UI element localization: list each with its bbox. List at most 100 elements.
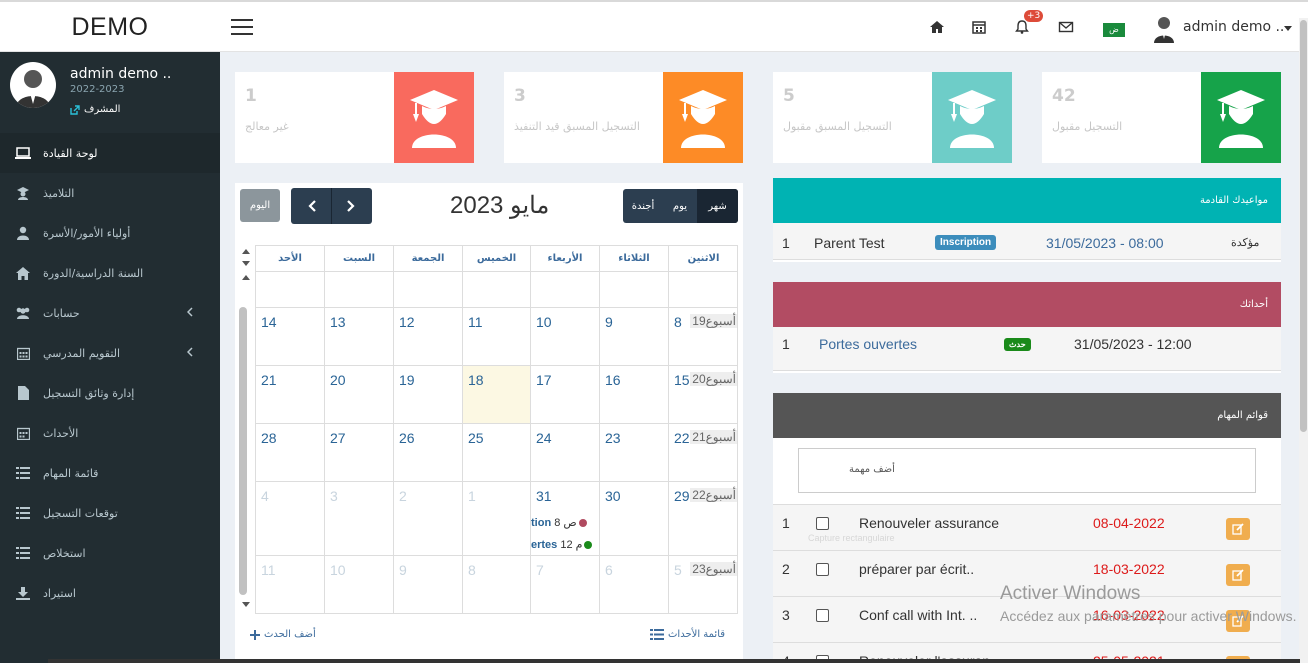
calendar-day-cell[interactable]: 27	[325, 424, 394, 482]
calendar-day-cell[interactable]: 6	[600, 556, 669, 613]
day-number[interactable]: 13	[330, 314, 346, 330]
brand-logo[interactable]: DEMO	[0, 2, 220, 52]
calendar-day-cell[interactable]: 26	[394, 424, 463, 482]
day-number[interactable]: 26	[399, 430, 415, 446]
day-number[interactable]: 17	[536, 372, 552, 388]
week-number-label[interactable]: أسبوع23	[690, 562, 737, 576]
calendar-scrollbar[interactable]	[239, 245, 253, 614]
calendar-day-cell[interactable]: 13	[325, 308, 394, 366]
day-number[interactable]: 3	[330, 488, 338, 504]
week-number-label[interactable]: أسبوع22	[690, 488, 737, 502]
language-flag-icon[interactable]: ض	[1103, 23, 1125, 37]
sidebar-item-parents[interactable]: أولياء الأمور/الأسرة	[0, 213, 220, 253]
calendar-day-cell[interactable]: 10	[325, 556, 394, 613]
edit-task-button[interactable]	[1226, 518, 1250, 540]
sidebar-item-collection[interactable]: استخلاص	[0, 533, 220, 573]
home-icon[interactable]	[929, 19, 945, 35]
stat-box-unprocessed[interactable]: 1 غير معالج	[235, 72, 474, 163]
day-number[interactable]: 20	[330, 372, 346, 388]
calendar-day-cell[interactable]: 16	[600, 366, 669, 424]
week-number-label[interactable]: أسبوع19	[690, 314, 737, 328]
sidebar-item-import[interactable]: استيراد	[0, 573, 220, 613]
day-number[interactable]: 14	[261, 314, 277, 330]
day-number[interactable]: 25	[468, 430, 484, 446]
calendar-day-cell[interactable]	[669, 272, 737, 308]
day-number[interactable]: 10	[536, 314, 552, 330]
day-number[interactable]: 27	[330, 430, 346, 446]
week-number-label[interactable]: أسبوع21	[690, 430, 737, 444]
sidebar-item-accounts[interactable]: حسابات	[0, 293, 220, 333]
chevron-right-icon[interactable]	[346, 199, 356, 213]
scroll-down-icon[interactable]	[242, 261, 250, 266]
chevron-left-icon[interactable]	[187, 307, 193, 317]
day-number[interactable]: 8	[468, 562, 476, 578]
sidebar-item-registration-docs[interactable]: إدارة وثائق التسجيل	[0, 373, 220, 413]
envelope-icon[interactable]	[1058, 19, 1074, 35]
day-number[interactable]: 28	[261, 430, 277, 446]
day-number[interactable]: 7	[536, 562, 544, 578]
day-number[interactable]: 23	[605, 430, 621, 446]
day-number[interactable]: 18	[468, 372, 484, 388]
calendar-day-cell[interactable]: 25	[463, 424, 531, 482]
add-task-input[interactable]: أضف مهمة	[798, 448, 1256, 493]
calendar-day-cell[interactable]	[463, 272, 531, 308]
day-number[interactable]: 31	[536, 488, 552, 504]
view-agenda-button[interactable]: أجندة	[623, 189, 663, 223]
day-number[interactable]: 6	[605, 562, 613, 578]
day-number[interactable]: 30	[605, 488, 621, 504]
calendar-day-cell[interactable]: 22 أسبوع21	[669, 424, 737, 482]
appointment-row[interactable]: 1 Parent Test Inscription 31/05/2023 - 0…	[773, 223, 1281, 260]
calendar-day-cell[interactable]	[394, 272, 463, 308]
day-number[interactable]: 12	[399, 314, 415, 330]
user-menu-name[interactable]: admin demo ..	[1183, 19, 1284, 35]
sidebar-item-school-calendar[interactable]: التقويم المدرسي	[0, 333, 220, 373]
calendar-day-cell[interactable]: 14	[256, 308, 325, 366]
day-number[interactable]: 29	[674, 488, 690, 504]
calendar-day-cell[interactable]: 2	[394, 482, 463, 556]
calendar-day-cell[interactable]: 23	[600, 424, 669, 482]
day-number[interactable]: 19	[399, 372, 415, 388]
week-number-label[interactable]: أسبوع20	[690, 372, 737, 386]
calendar-day-cell[interactable]: 4	[256, 482, 325, 556]
scroll-up-icon[interactable]	[242, 249, 250, 254]
task-checkbox[interactable]	[816, 563, 829, 576]
task-checkbox[interactable]	[816, 517, 829, 530]
calendar-day-cell[interactable]: 1	[463, 482, 531, 556]
calendar-day-cell[interactable]: 30	[600, 482, 669, 556]
user-avatar-icon[interactable]	[1154, 15, 1174, 43]
sidebar-item-school-year[interactable]: السنة الدراسية/الدورة	[0, 253, 220, 293]
caret-down-icon[interactable]	[1284, 26, 1292, 31]
events-list-link[interactable]: قائمة الأحداث	[650, 629, 725, 640]
day-number[interactable]: 22	[674, 430, 690, 446]
calendar-day-cell[interactable]: 3	[325, 482, 394, 556]
page-scrollbar[interactable]	[1299, 18, 1308, 663]
day-number[interactable]: 9	[399, 562, 407, 578]
calendar-event[interactable]: ertes 12 م	[531, 538, 593, 551]
stat-box-pre-registration-accepted[interactable]: 5 التسجيل المسبق مقبول	[773, 72, 1012, 163]
calendar-day-cell[interactable]: 15 أسبوع20	[669, 366, 737, 424]
scroll-up-icon[interactable]	[242, 275, 250, 280]
today-button[interactable]: اليوم	[240, 189, 280, 222]
day-number[interactable]: 11	[261, 562, 276, 578]
calendar-day-cell[interactable]: 9	[600, 308, 669, 366]
scroll-down-icon[interactable]	[242, 602, 250, 607]
calendar-day-cell[interactable]: 9	[394, 556, 463, 613]
day-number[interactable]: 8	[674, 314, 682, 330]
calendar-day-cell[interactable]: 24	[531, 424, 600, 482]
stat-box-registration-accepted[interactable]: 42 التسجيل مقبول	[1042, 72, 1281, 163]
calendar-day-cell[interactable]: 7	[531, 556, 600, 613]
add-event-link[interactable]: أضف الحدث	[250, 629, 316, 640]
calendar-day-cell[interactable]: 11	[463, 308, 531, 366]
calendar-day-cell[interactable]: 19	[394, 366, 463, 424]
calendar-day-cell[interactable]: 29 أسبوع22	[669, 482, 737, 556]
scroll-thumb[interactable]	[239, 307, 247, 595]
page-scroll-thumb[interactable]	[1300, 20, 1307, 432]
day-number[interactable]: 4	[261, 488, 269, 504]
day-number[interactable]: 24	[536, 430, 552, 446]
day-number[interactable]: 11	[468, 314, 483, 330]
day-number[interactable]: 16	[605, 372, 621, 388]
calendar-day-cell[interactable]	[256, 272, 325, 308]
view-day-button[interactable]: يوم	[663, 189, 697, 223]
calendar-day-cell[interactable]: 8 أسبوع19	[669, 308, 737, 366]
calendar-day-cell[interactable]: 28	[256, 424, 325, 482]
